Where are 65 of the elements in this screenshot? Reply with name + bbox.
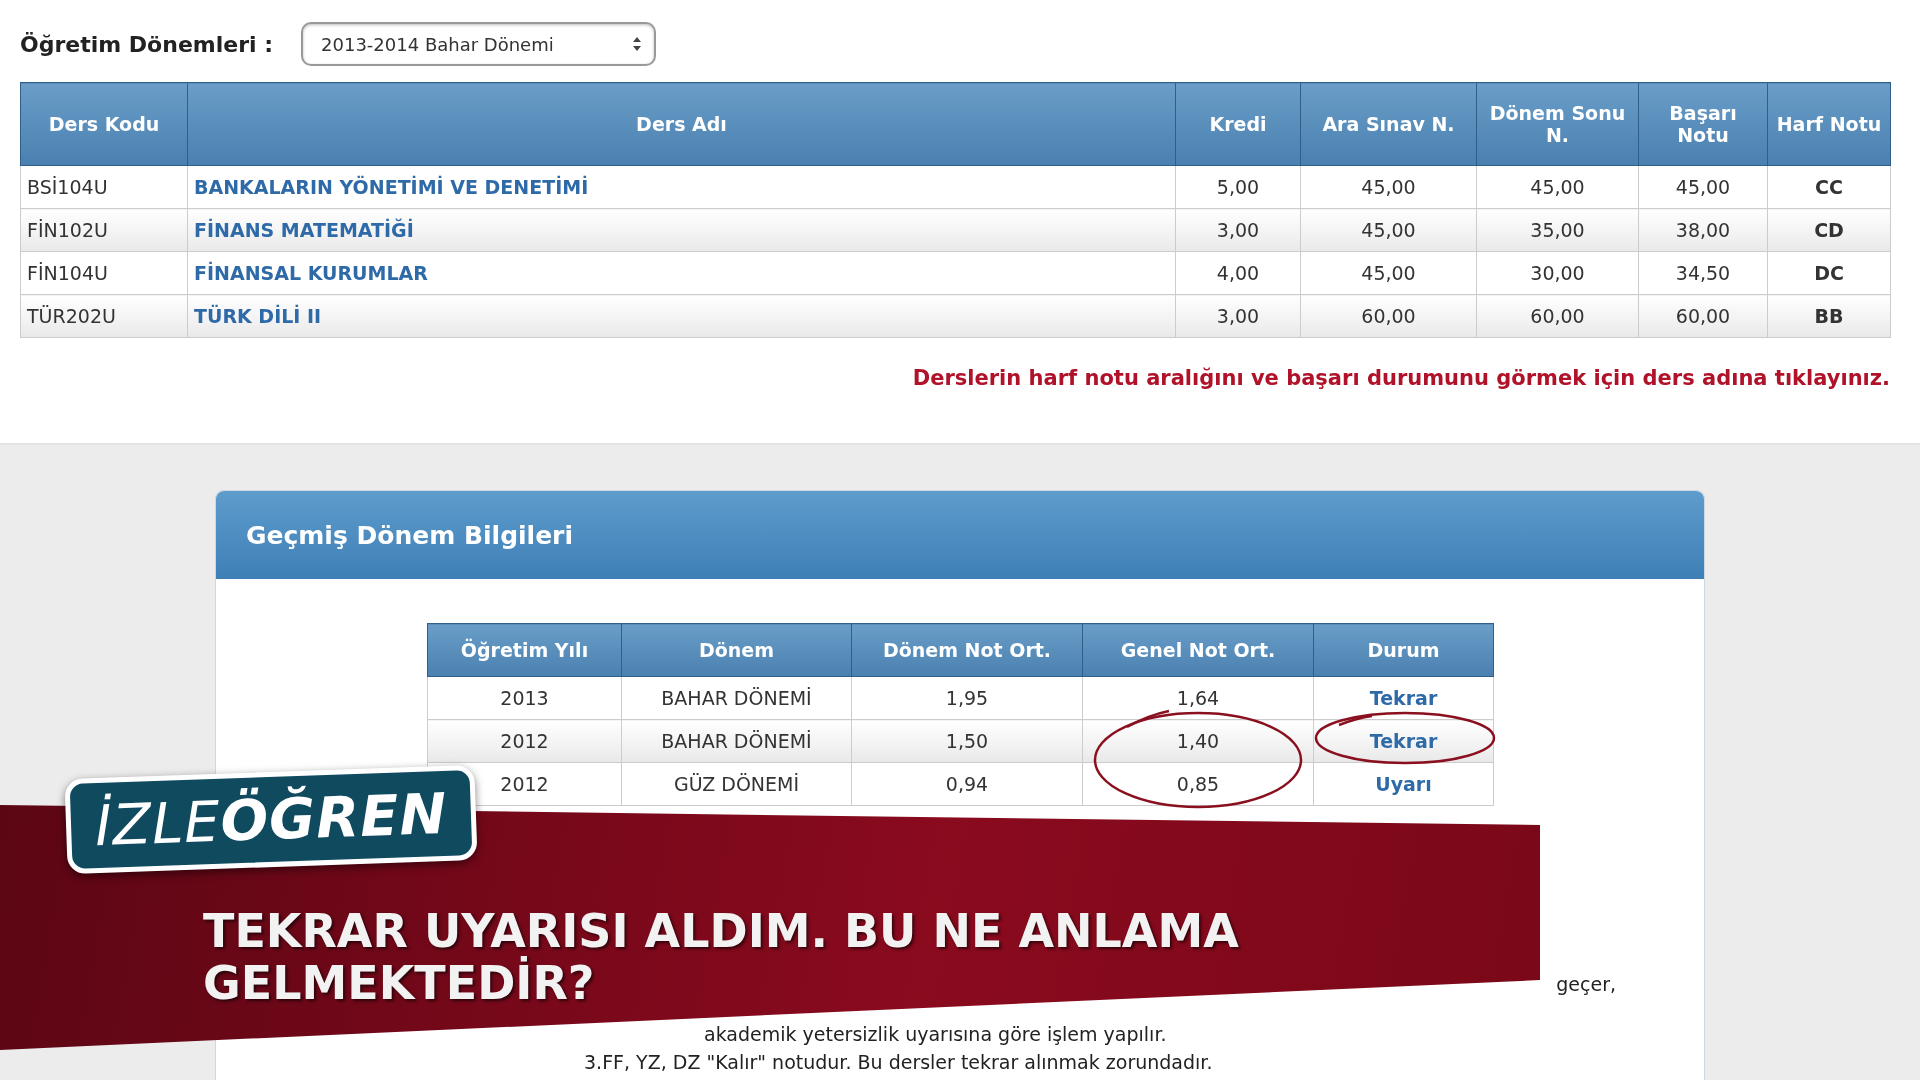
table-cell: FİN104U (27, 262, 108, 284)
status-link[interactable]: Uyarı (1375, 773, 1432, 795)
column-header: Durum (1313, 623, 1494, 677)
table-cell: 2012 (500, 730, 549, 752)
column-header: Dönem Sonu N. (1476, 82, 1639, 166)
table-cell: 60,00 (1530, 305, 1585, 327)
table-cell: 1,95 (945, 687, 989, 709)
column-header: Ders Adı (187, 82, 1176, 166)
table-cell: 4,00 (1216, 262, 1260, 284)
table-cell: BSİ104U (27, 176, 108, 198)
term-select[interactable]: 2013-2014 Bahar Dönemi (301, 22, 657, 66)
course-link[interactable]: BANKALARIN YÖNETİMİ VE DENETİMİ (194, 176, 589, 198)
table-cell: BAHAR DÖNEMİ (661, 730, 812, 752)
table-cell: 5,00 (1216, 176, 1260, 198)
table-cell: 0,85 (1176, 773, 1220, 795)
column-header: Dönem Not Ort. (851, 623, 1083, 677)
table-cell: 30,00 (1530, 262, 1585, 284)
course-link[interactable]: TÜRK DİLİ II (194, 305, 322, 327)
table-cell: GÜZ DÖNEMİ (673, 773, 800, 795)
table-cell: 0,94 (945, 773, 989, 795)
column-header: Harf Notu (1767, 82, 1891, 166)
column-header: Kredi (1175, 82, 1301, 166)
spinner-icon (632, 36, 643, 52)
table-cell: 45,00 (1361, 219, 1416, 241)
table-cell: BB (1814, 305, 1844, 327)
table-cell: 45,00 (1361, 176, 1416, 198)
table-cell: 45,00 (1675, 176, 1731, 198)
table-cell: 1,50 (945, 730, 989, 752)
table-cell: FİN102U (27, 219, 108, 241)
table-cell: TÜR202U (27, 305, 116, 327)
table-cell: CC (1815, 176, 1843, 198)
hint-text: Derslerin harf notu aralığını ve başarı durumunu görmek için ders adına tıklayınız. (911, 366, 1890, 390)
banner-title: TEKRAR UYARISI ALDIM. BU NE ANLAMA GELMEKTEDİR? (203, 905, 1240, 1009)
column-header: Ara Sınav N. (1300, 82, 1477, 166)
term-label: Öğretim Dönemleri : (20, 31, 274, 57)
table-cell: BAHAR DÖNEMİ (661, 687, 812, 709)
table-cell: 38,00 (1675, 219, 1731, 241)
table-cell: 34,50 (1675, 262, 1731, 284)
course-link[interactable]: FİNANS MATEMATİĞİ (194, 219, 414, 241)
table-cell: 45,00 (1361, 262, 1416, 284)
table-cell: 60,00 (1675, 305, 1731, 327)
table-cell: 3,00 (1216, 305, 1260, 327)
table-cell: 1,64 (1176, 687, 1220, 709)
term-note: akademik yetersizlik uyarısına göre işlem yapılır. (704, 1022, 1167, 1046)
table-cell: 2012 (500, 773, 549, 795)
table-cell: 45,00 (1530, 176, 1585, 198)
table-cell: CD (1814, 219, 1844, 241)
column-header: Başarı Notu (1638, 82, 1768, 166)
column-header: Ders Kodu (20, 82, 188, 166)
table-cell: 60,00 (1361, 305, 1416, 327)
column-header: Genel Not Ort. (1082, 623, 1314, 677)
term-note: 3.FF, YZ, DZ "Kalır" notudur. Bu dersler tekrar alınmak zorundadır. (584, 1050, 1213, 1074)
status-link[interactable]: Tekrar (1369, 687, 1438, 709)
table-cell: 1,40 (1176, 730, 1220, 752)
column-header: Öğretim Yılı (427, 623, 622, 677)
course-link[interactable]: FİNANSAL KURUMLAR (194, 262, 428, 284)
table-cell: DC (1814, 262, 1844, 284)
column-header: Dönem (621, 623, 852, 677)
table-cell: 35,00 (1530, 219, 1585, 241)
table-cell: 2013 (500, 687, 549, 709)
term-note: geçer, (1556, 972, 1616, 996)
panel-title: Geçmiş Dönem Bilgileri (246, 520, 573, 550)
table-cell: 3,00 (1216, 219, 1260, 241)
brand-logo: İZLEÖĞREN (93, 780, 449, 859)
status-link[interactable]: Tekrar (1369, 730, 1438, 752)
